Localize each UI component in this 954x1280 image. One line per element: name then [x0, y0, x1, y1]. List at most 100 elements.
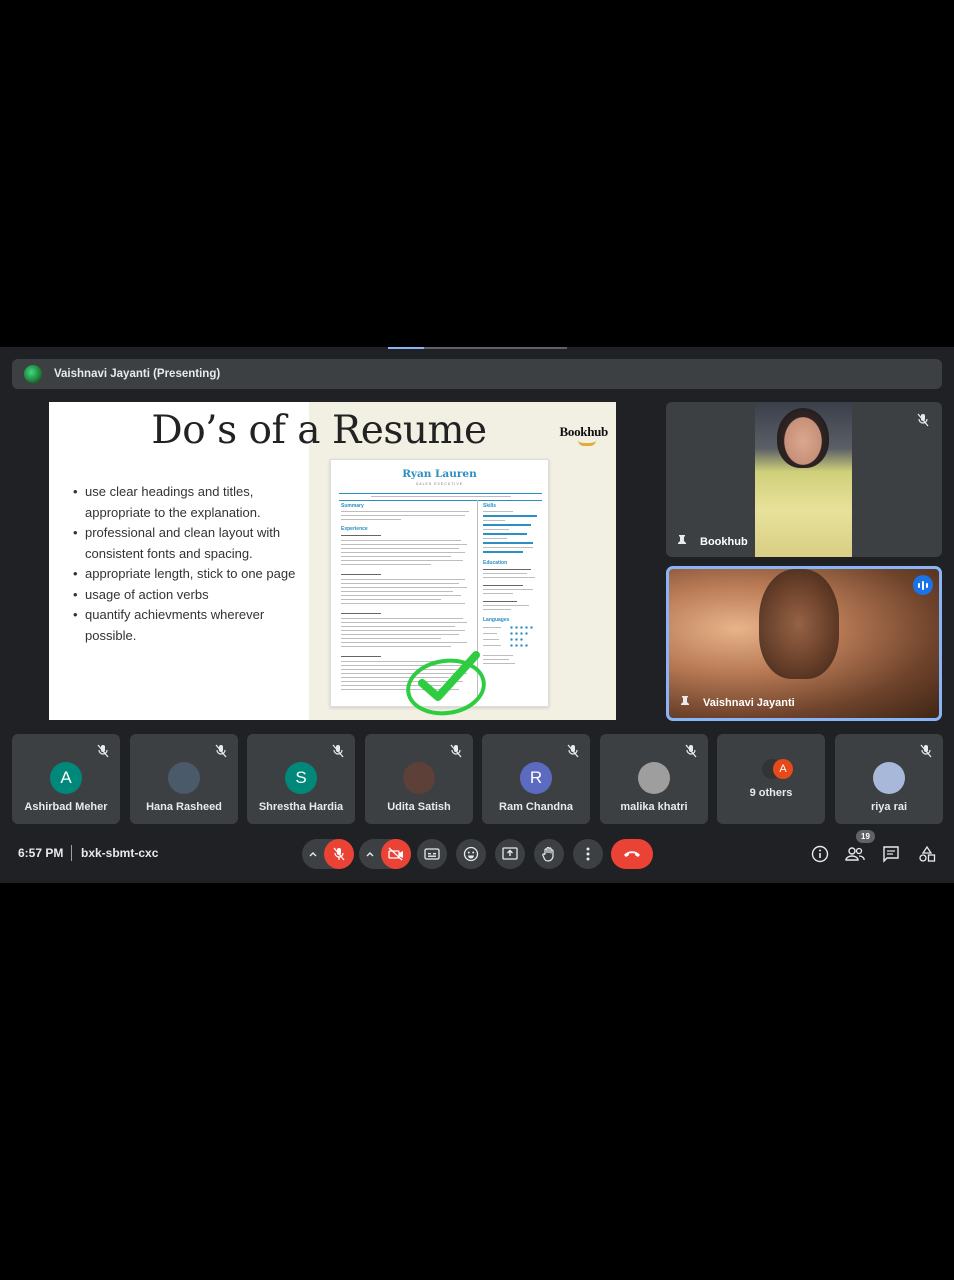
resume-text-line: [341, 535, 381, 537]
presenter-avatar: [24, 365, 42, 383]
participant-name: Udita Satish: [387, 801, 451, 813]
resume-text-line: [341, 564, 431, 566]
participant-tile[interactable]: Udita Satish: [365, 734, 473, 824]
info-icon: [811, 845, 829, 863]
avatar: [168, 762, 200, 794]
slide-title: Do’s of a Resume: [151, 408, 487, 453]
participant-name: Hana Rasheed: [146, 801, 222, 813]
resume-text-line: [341, 552, 465, 554]
video-options-button[interactable]: [359, 839, 411, 869]
clock: 6:57 PM: [18, 846, 64, 860]
resume-language-rating: [509, 638, 524, 641]
emoji-icon: [463, 846, 479, 862]
speaking-indicator-icon: [913, 575, 933, 595]
pin-icon[interactable]: [676, 534, 688, 548]
presentation-progress-fill: [388, 347, 424, 349]
resume-language-rating: [509, 632, 529, 635]
captions-button[interactable]: [417, 839, 447, 869]
resume-text-line: [483, 593, 513, 595]
present-screen-icon: [502, 847, 518, 860]
meeting-code: bxk-sbmt-cxc: [81, 846, 159, 860]
slide-bullet: professional and clean layout with consi…: [71, 523, 311, 564]
participant-tile[interactable]: riya rai: [835, 734, 943, 824]
chevron-up-icon: [309, 852, 317, 857]
resume-text-line: [341, 579, 465, 581]
activities-icon: [919, 845, 936, 862]
presenter-bar[interactable]: Vaishnavi Jayanti (Presenting): [12, 359, 942, 389]
participant-tile-vaishnavi-jayanti[interactable]: Vaishnavi Jayanti: [666, 566, 942, 721]
resume-text-line: [341, 618, 463, 620]
more-vert-icon: [586, 847, 590, 861]
resume-text-line: [483, 573, 527, 575]
participant-name: Ashirbad Meher: [24, 801, 108, 813]
chat-icon: [883, 846, 899, 863]
presentation-progress-track: [388, 347, 567, 349]
resume-skill-bar: [483, 533, 527, 535]
participant-tile[interactable]: S Shrestha Hardia: [247, 734, 355, 824]
resume-text-line: [341, 548, 459, 550]
slide-bullet: quantify achievments wherever possible.: [71, 605, 311, 646]
people-button[interactable]: [845, 844, 865, 864]
meet-window: Vaishnavi Jayanti (Presenting) Do’s of a…: [0, 347, 954, 883]
resume-heading: Education: [483, 560, 508, 566]
resume-text-line: [341, 634, 459, 636]
end-call-icon: [624, 851, 640, 857]
avatar: A: [50, 762, 82, 794]
resume-text-line: [341, 656, 381, 658]
resume-text-line: [341, 599, 441, 601]
participant-video-face: [759, 569, 839, 679]
slide-bullet: appropriate length, stick to one page: [71, 564, 311, 585]
activities-button[interactable]: [917, 844, 937, 864]
mic-off-icon: [917, 413, 929, 427]
resume-text-line: [341, 544, 467, 546]
more-options-button[interactable]: [573, 839, 603, 869]
resume-text-line: [341, 560, 463, 562]
resume-skill-label: [483, 538, 507, 540]
bottom-bar-divider: [71, 845, 72, 861]
resume-heading: Skills: [483, 503, 497, 509]
mic-off-icon: [567, 744, 579, 758]
mic-off-icon: [332, 744, 344, 758]
leave-call-button[interactable]: [611, 839, 653, 869]
resume-text-line: [341, 587, 467, 589]
slide-bullet-list: use clear headings and titles, appropria…: [71, 482, 311, 646]
resume-skill-label: [483, 511, 513, 513]
green-check-icon: [406, 651, 486, 716]
resume-text-line: [341, 511, 469, 513]
reactions-button[interactable]: [456, 839, 486, 869]
meeting-details-button[interactable]: [810, 844, 830, 864]
avatar: R: [520, 762, 552, 794]
people-count-badge: 19: [856, 830, 875, 843]
present-screen-button[interactable]: [495, 839, 525, 869]
resume-text-line: [483, 609, 511, 611]
participant-name: malika khatri: [620, 801, 688, 813]
participant-tile[interactable]: A Ashirbad Meher: [12, 734, 120, 824]
resume-skill-bar: [483, 551, 523, 553]
resume-skill-label: [483, 547, 533, 549]
presenter-label: Vaishnavi Jayanti (Presenting): [54, 368, 221, 380]
participant-tile[interactable]: R Ram Chandna: [482, 734, 590, 824]
participant-tile[interactable]: malika khatri: [600, 734, 708, 824]
microphone-toggle-button[interactable]: [324, 839, 354, 869]
participant-tile-bookhub[interactable]: Bookhub: [666, 402, 942, 557]
mic-off-icon: [215, 744, 227, 758]
participant-tile[interactable]: A 9 others: [717, 734, 825, 824]
resume-text-line: [341, 556, 451, 558]
raise-hand-icon: [542, 846, 554, 862]
participant-tile[interactable]: Hana Rasheed: [130, 734, 238, 824]
resume-text-line: [341, 540, 461, 542]
raise-hand-button[interactable]: [534, 839, 564, 869]
audio-options-button[interactable]: [302, 839, 354, 869]
resume-text-line: [483, 577, 535, 579]
camera-off-icon: [388, 847, 403, 861]
resume-text-line: [341, 642, 467, 644]
resume-name: Ryan Lauren: [402, 468, 477, 480]
camera-toggle-button[interactable]: [381, 839, 411, 869]
mic-off-icon: [685, 744, 697, 758]
chat-button[interactable]: [881, 844, 901, 864]
participant-video-face: [777, 408, 829, 468]
resume-text-line: [341, 630, 465, 632]
resume-text-line: [341, 591, 453, 593]
resume-job-title: SALES EXECUTIVE: [415, 482, 464, 486]
pin-icon[interactable]: [679, 695, 691, 709]
